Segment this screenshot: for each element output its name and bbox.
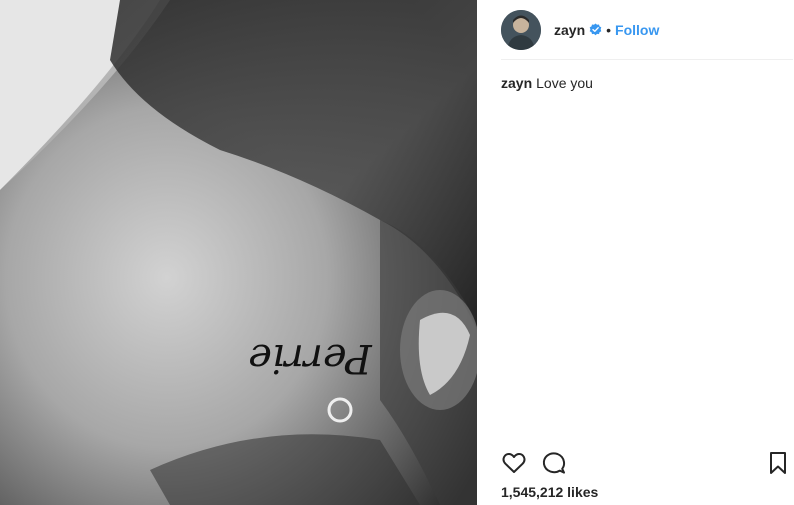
- likes-count[interactable]: 1,545,212 likes: [501, 484, 598, 500]
- caption-username[interactable]: zayn: [501, 75, 532, 91]
- tattoo-text: Perrie: [248, 335, 373, 381]
- avatar-image: [501, 9, 541, 50]
- post-photo[interactable]: Perrie: [0, 0, 477, 505]
- photo-artwork: Perrie: [0, 0, 477, 505]
- verified-badge-icon: [589, 23, 602, 36]
- post-header: zayn • Follow: [501, 0, 793, 60]
- instagram-post: Perrie zayn • Follow zayn Love you 1,545…: [0, 0, 794, 505]
- caption-text: Love you: [536, 75, 593, 91]
- comment-icon[interactable]: [541, 450, 567, 476]
- post-caption: zayn Love you: [501, 75, 593, 91]
- separator-dot: •: [606, 21, 612, 38]
- avatar[interactable]: [501, 9, 541, 50]
- bookmark-icon[interactable]: [765, 450, 791, 476]
- author-username[interactable]: zayn: [554, 22, 585, 38]
- follow-button[interactable]: Follow: [615, 22, 659, 38]
- post-sidebar: zayn • Follow zayn Love you 1,545,212 li…: [477, 0, 794, 505]
- action-bar: [501, 450, 793, 476]
- heart-icon[interactable]: [501, 450, 527, 476]
